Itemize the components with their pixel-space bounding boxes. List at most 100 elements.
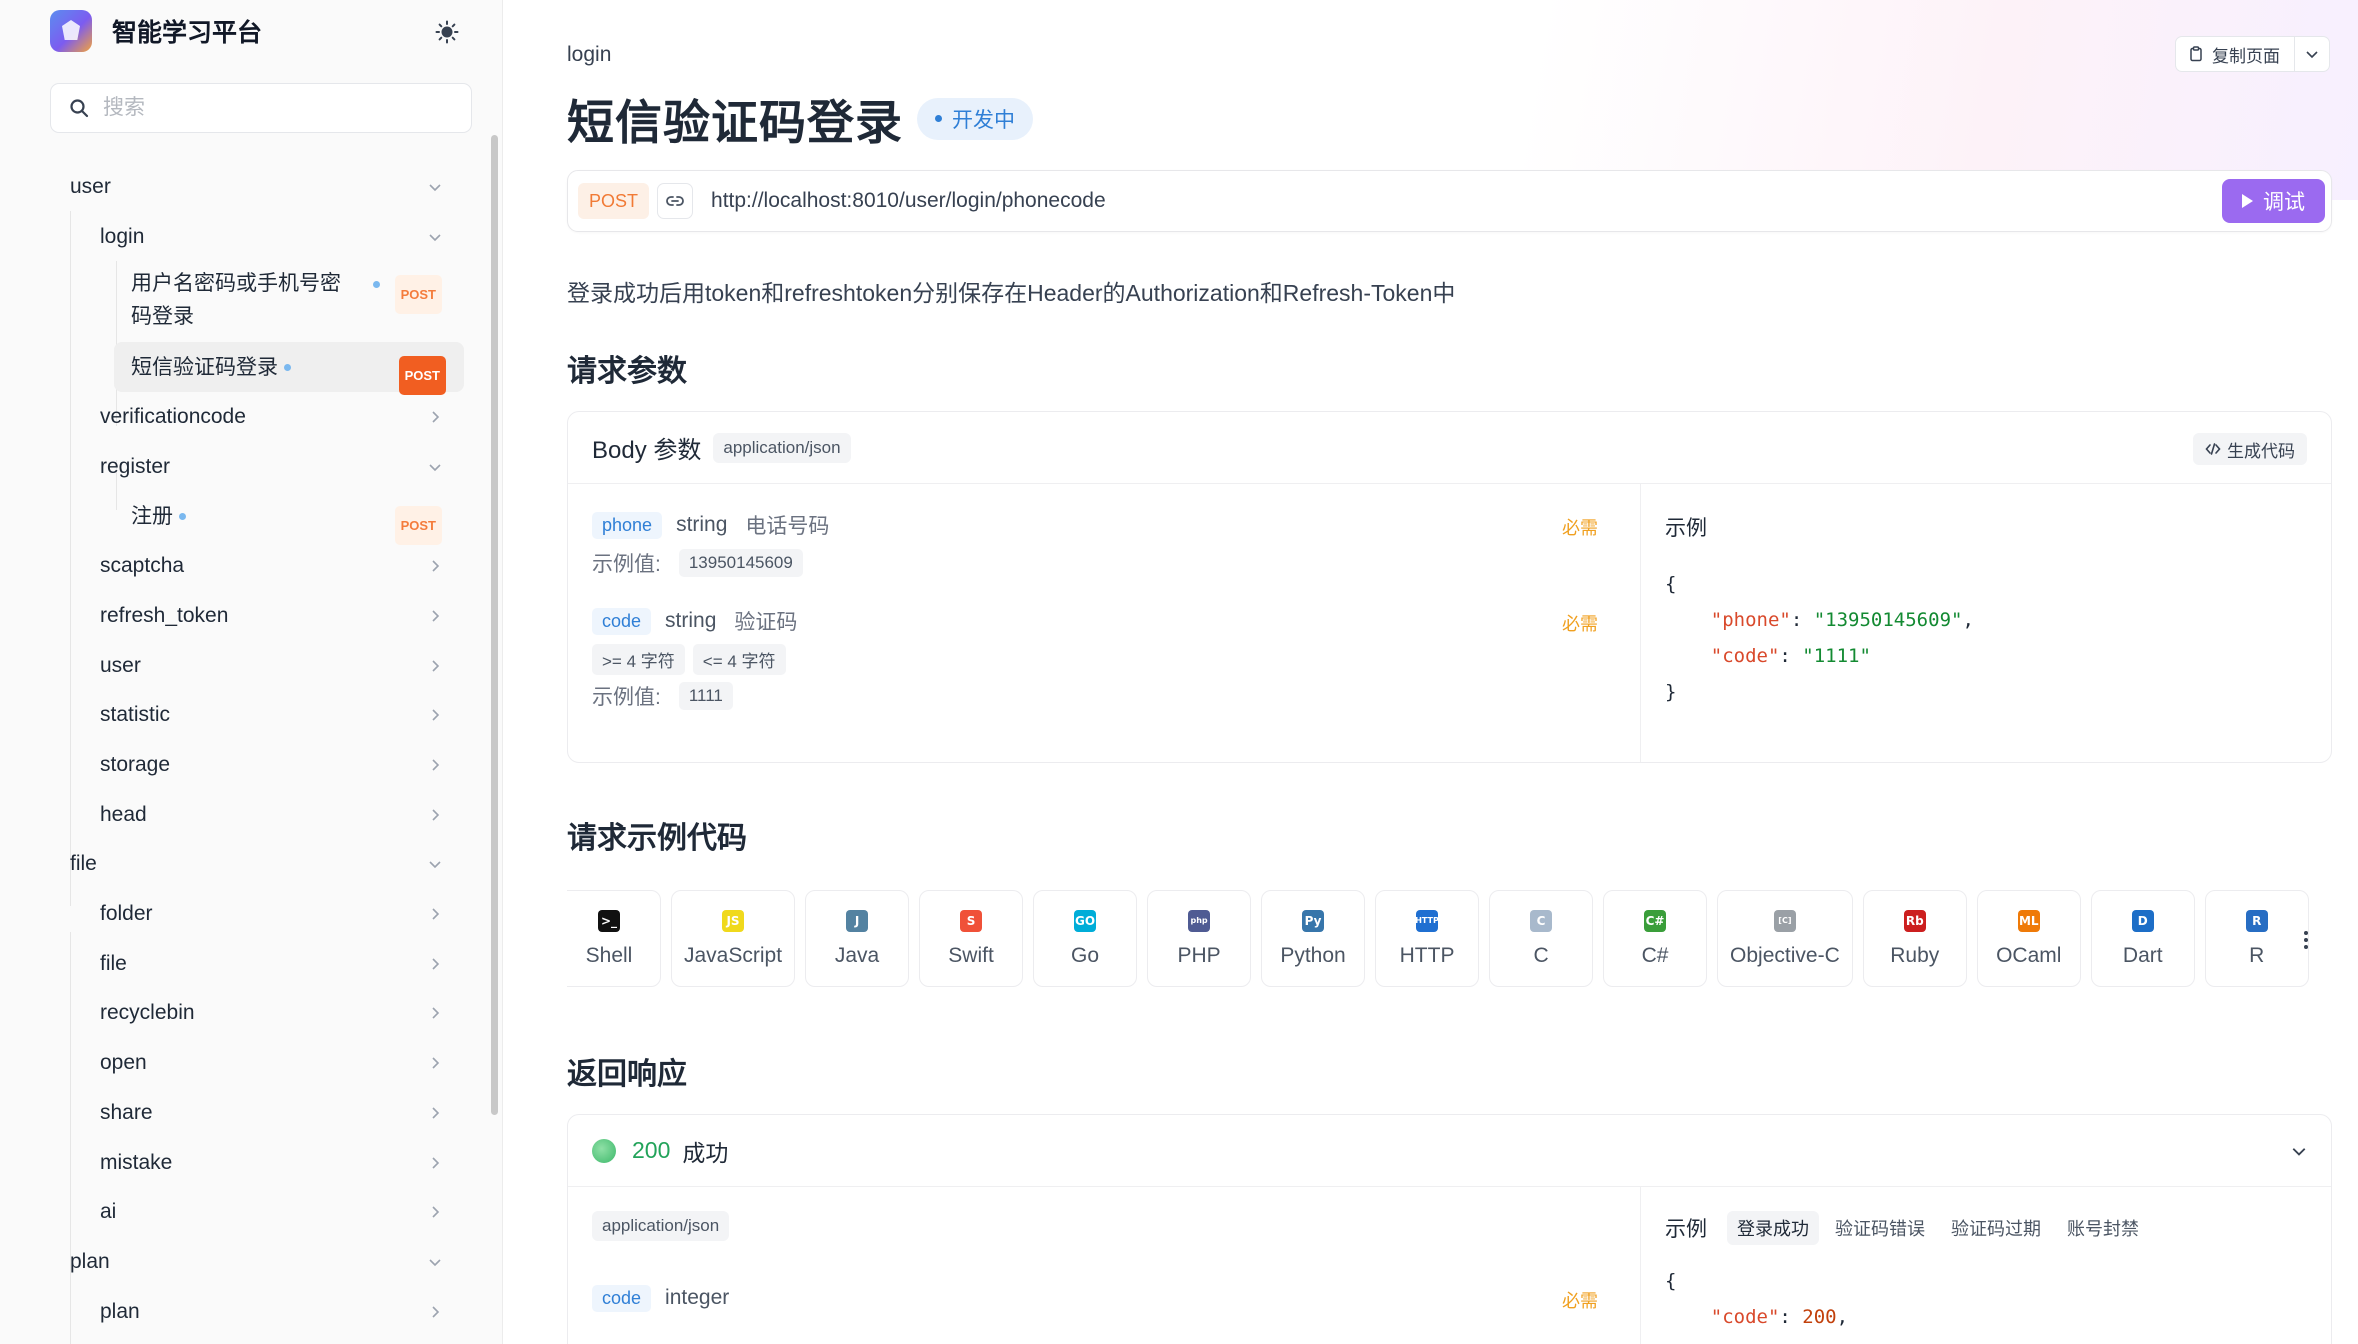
sidebar-endpoint-register[interactable]: 注册 POST xyxy=(50,492,464,545)
endpoint-url-bar: POST http://localhost:8010/user/login/ph… xyxy=(567,170,2332,232)
theme-toggle-button[interactable] xyxy=(430,15,464,49)
sidebar-item-statistic[interactable]: statistic xyxy=(50,691,464,741)
sidebar-item-login[interactable]: login xyxy=(50,212,464,262)
sidebar-item-folder[interactable]: folder xyxy=(50,889,464,939)
language-option-ruby[interactable]: Rb Ruby xyxy=(1862,890,1967,987)
json-key: "code" xyxy=(1710,1306,1780,1328)
sidebar-scrollbar[interactable] xyxy=(491,135,498,1115)
chevron-right-icon xyxy=(432,908,440,920)
language-option-php[interactable]: php PHP xyxy=(1147,890,1252,987)
debug-button[interactable]: 调试 xyxy=(2222,179,2325,223)
param-name: phone xyxy=(592,511,663,539)
language-selector: >_ Shell JS JavaScript J Java S Swift GO Go php PHP… xyxy=(567,890,2312,990)
language-option-r[interactable]: RR xyxy=(2204,890,2309,987)
sidebar-item-refresh-token[interactable]: refresh_token xyxy=(50,591,464,641)
tab-code-expired[interactable]: 验证码过期 xyxy=(1941,1211,2051,1245)
copy-link-button[interactable] xyxy=(657,183,694,219)
language-option-javascript[interactable]: JS JavaScript xyxy=(671,890,796,987)
json-key: "code" xyxy=(1710,645,1780,667)
language-option-objective-c[interactable]: [C] Objective-C xyxy=(1717,890,1853,987)
sidebar-endpoint-password-login[interactable]: 用户名密码或手机号密码登录 POST xyxy=(50,261,464,342)
response-status-header[interactable]: 200 成功 xyxy=(568,1115,2331,1187)
tab-account-banned[interactable]: 账号封禁 xyxy=(2057,1211,2149,1245)
http-icon: HTTP xyxy=(1415,909,1439,932)
body-params-title: Body 参数 xyxy=(592,437,702,464)
response-json-example[interactable]: { "code": 200, xyxy=(1665,1263,2307,1335)
language-option-c[interactable]: CC xyxy=(1489,890,1594,987)
language-option-go[interactable]: GO Go xyxy=(1033,890,1138,987)
language-name: JavaScript xyxy=(684,943,783,967)
sidebar-item-file-sub[interactable]: file xyxy=(50,939,464,989)
response-heading: 返回响应 xyxy=(567,1058,687,1091)
chevron-right-icon xyxy=(432,560,440,572)
endpoint-label: 注册 xyxy=(131,505,173,529)
sidebar-endpoint-sms-login[interactable]: 短信验证码登录 POST xyxy=(114,342,464,396)
status-dot xyxy=(373,281,380,289)
sidebar-item-ai[interactable]: ai xyxy=(50,1187,464,1237)
more-languages-button[interactable] xyxy=(2296,926,2316,954)
json-value: "1111" xyxy=(1802,645,1871,667)
sidebar-item-label: file xyxy=(100,951,127,975)
content-type-chip: application/json xyxy=(713,432,851,463)
chevron-down-icon xyxy=(2306,51,2318,59)
generate-code-button[interactable]: 生成代码 xyxy=(2193,433,2307,465)
tab-login-success[interactable]: 登录成功 xyxy=(1727,1211,1819,1245)
copy-page-dropdown[interactable] xyxy=(2295,37,2329,71)
python-icon: Py xyxy=(1302,909,1325,932)
method-badge: POST xyxy=(398,356,446,396)
sidebar-item-mistake[interactable]: mistake xyxy=(50,1138,464,1188)
sidebar-item-share[interactable]: share xyxy=(50,1088,464,1138)
code-icon xyxy=(2205,443,2221,455)
copy-page-label: 复制页面 xyxy=(2212,46,2280,66)
required-label: 必需 xyxy=(1562,1291,1598,1311)
request-example-panel: 示例 { "phone": "13950145609", "code": "11… xyxy=(1641,484,2331,762)
language-option-http[interactable]: HTTP HTTP xyxy=(1375,890,1480,987)
response-schema: application/json code integer 必需 xyxy=(568,1187,1641,1344)
json-value: 200 xyxy=(1802,1306,1837,1328)
endpoint-url[interactable]: http://localhost:8010/user/login/phoneco… xyxy=(711,189,1106,213)
language-option-dart[interactable]: D Dart xyxy=(2090,890,2195,987)
copy-page-button[interactable]: 复制页面 xyxy=(2175,36,2330,72)
sidebar-item-recyclebin[interactable]: recyclebin xyxy=(50,989,464,1039)
status-dot xyxy=(284,363,291,371)
sidebar-item-file[interactable]: file xyxy=(50,840,464,890)
search-box[interactable] xyxy=(50,83,472,133)
language-option-csharp[interactable]: C# C# xyxy=(1603,890,1708,987)
request-json-example[interactable]: { "phone": "13950145609", "code": "1111"… xyxy=(1665,566,2307,710)
sidebar-item-user-sub[interactable]: user xyxy=(50,641,464,691)
param-desc: 验证码 xyxy=(734,611,798,634)
language-option-swift[interactable]: S Swift xyxy=(919,890,1024,987)
search-icon xyxy=(70,99,89,118)
dot xyxy=(2304,938,2308,942)
sidebar-item-plan-sub[interactable]: plan xyxy=(50,1287,464,1337)
request-body-card: Body 参数 application/json 生成代码 phone strin… xyxy=(567,411,2332,763)
sidebar-item-open[interactable]: open xyxy=(50,1038,464,1088)
param-desc: 电话号码 xyxy=(745,515,830,538)
endpoint-label: 用户名密码或手机号密码登录 xyxy=(131,272,341,329)
sidebar-item-scaptcha[interactable]: scaptcha xyxy=(50,541,464,591)
copy-page-main[interactable]: 复制页面 xyxy=(2176,37,2295,71)
json-brace: { xyxy=(1665,573,1677,595)
tab-code-error[interactable]: 验证码错误 xyxy=(1825,1211,1935,1245)
chevron-right-icon xyxy=(432,809,440,821)
sidebar-item-head[interactable]: head xyxy=(50,790,464,840)
sidebar-item-label: plan xyxy=(100,1299,140,1323)
language-option-shell[interactable]: >_ Shell xyxy=(567,890,661,987)
sidebar-item-label: user xyxy=(70,174,111,198)
endpoint-label: 短信验证码登录 xyxy=(131,355,278,379)
search-input[interactable] xyxy=(103,96,443,120)
language-option-python[interactable]: Py Python xyxy=(1261,890,1366,987)
sidebar-item-plan[interactable]: plan xyxy=(50,1237,464,1287)
debug-label: 调试 xyxy=(2263,191,2305,214)
sidebar-item-verificationcode[interactable]: verificationcode xyxy=(50,392,464,442)
sidebar-item-user[interactable]: user xyxy=(50,162,464,212)
param-phone: phone string 电话号码 必需 示例值: 13950145609 xyxy=(592,508,1616,578)
swift-icon: S xyxy=(960,909,983,932)
sidebar-item-storage[interactable]: storage xyxy=(50,740,464,790)
sidebar-item-register[interactable]: register xyxy=(50,442,464,492)
chevron-down-icon xyxy=(429,184,441,191)
language-option-ocaml[interactable]: ML OCaml xyxy=(1976,890,2081,987)
language-name: OCaml xyxy=(1996,943,2062,967)
r-icon: R xyxy=(2245,909,2268,932)
language-option-java[interactable]: J Java xyxy=(805,890,910,987)
